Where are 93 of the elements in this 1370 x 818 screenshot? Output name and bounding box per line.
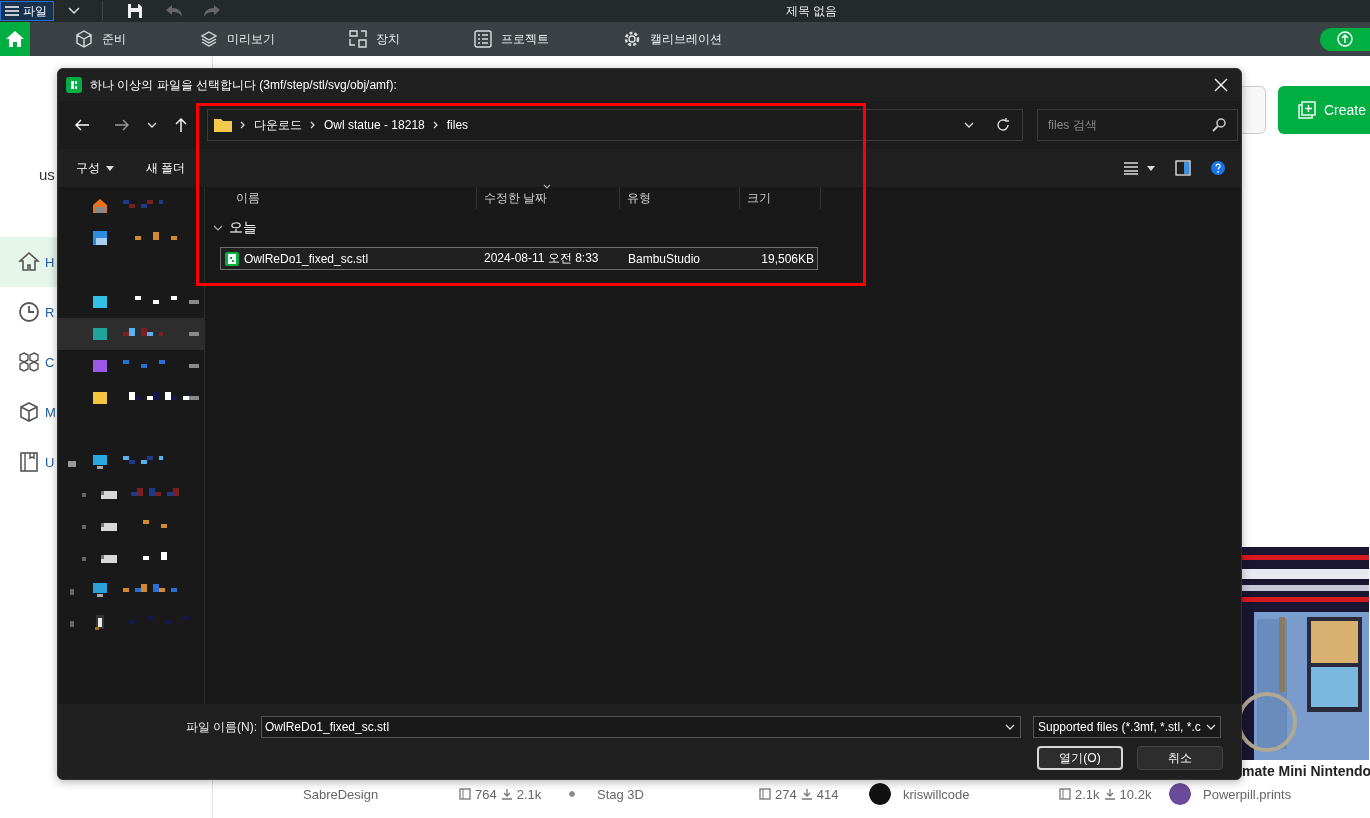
download-icon	[500, 788, 513, 800]
like-count: 274	[775, 786, 797, 802]
cubes-icon	[18, 351, 40, 373]
search-field[interactable]: files 검색	[1037, 109, 1238, 141]
chevron-down-icon[interactable]	[1005, 724, 1015, 730]
download-icon	[800, 788, 813, 800]
undo-icon[interactable]	[165, 4, 183, 18]
view-icon[interactable]	[1123, 161, 1139, 175]
book-icon	[18, 451, 40, 473]
file-name: OwlReDo1_fixed_sc.stl	[244, 251, 370, 266]
app-icon	[66, 77, 82, 93]
cancel-button[interactable]: 취소	[1137, 746, 1223, 770]
like-count: 764	[475, 786, 497, 802]
printer-icon	[349, 30, 367, 48]
chevron-down-icon	[1206, 724, 1216, 730]
home-icon	[5, 30, 25, 48]
expand-icon[interactable]	[68, 621, 76, 627]
file-name-label: 파일 이름(N):	[184, 718, 258, 736]
upload-icon	[1337, 31, 1353, 47]
modified-date: 2024-08-11 오전 8:33	[484, 250, 600, 267]
column-header[interactable]: 크기	[740, 187, 821, 209]
search-icon	[1212, 118, 1226, 132]
gear-icon	[623, 30, 641, 48]
home-icon	[18, 251, 40, 273]
nav-tab[interactable]: 준비	[75, 30, 126, 48]
sidebar-item[interactable]: C	[0, 337, 212, 387]
file-type: BambuStudio	[628, 251, 702, 266]
refresh-icon[interactable]	[996, 118, 1010, 132]
layers-icon	[200, 30, 218, 48]
breadcrumb[interactable]: files	[446, 118, 469, 132]
file-size: 19,506KB	[760, 251, 814, 266]
chevron-right-icon	[240, 121, 246, 129]
chevron-down-icon[interactable]	[68, 7, 80, 15]
cube-icon	[75, 30, 93, 48]
back-icon	[74, 117, 90, 133]
column-header[interactable]: 유형	[620, 187, 740, 209]
sidebar-item[interactable]: R	[0, 287, 212, 337]
up-icon	[173, 117, 189, 133]
caret-icon[interactable]	[1147, 165, 1155, 171]
file-row[interactable]: OwlReDo1_fixed_sc.stl 2024-08-11 오전 8:33 BambuStudio 19,506KB	[220, 247, 818, 270]
sidebar-item[interactable]: U	[0, 437, 212, 487]
like-icon	[1059, 788, 1071, 800]
open-button[interactable]: 열기(O)	[1037, 746, 1123, 770]
download-count: 10.2k	[1119, 786, 1152, 802]
save-icon[interactable]	[127, 3, 143, 19]
author-name[interactable]: Stag 3D	[597, 786, 644, 802]
dialog-title: 하나 이상의 파일을 선택합니다 (3mf/step/stl/svg/obj/amf):	[90, 76, 397, 94]
expand-icon[interactable]	[68, 589, 76, 595]
user-name: us	[39, 166, 55, 185]
file-icon	[225, 251, 239, 266]
new-folder-button[interactable]: 새 폴더	[146, 159, 186, 177]
chevron-right-icon	[310, 121, 316, 129]
cube-icon	[18, 401, 40, 423]
preview-pane-icon[interactable]	[1175, 160, 1191, 176]
download-count: 414	[816, 786, 839, 802]
organize-menu[interactable]: 구성	[76, 159, 114, 177]
caret-icon	[106, 165, 114, 171]
nav-tab[interactable]: 캘리브레이션	[623, 30, 722, 48]
chevron-right-icon	[432, 121, 439, 129]
author-name[interactable]: kriswillcode	[903, 786, 970, 802]
window-title: 제목 없음	[786, 2, 838, 20]
add-icon	[1297, 101, 1316, 119]
list-icon	[474, 30, 492, 48]
folder-icon	[214, 118, 232, 132]
group-header[interactable]: 오늘	[205, 217, 263, 239]
nav-tab[interactable]: 프로젝트	[474, 30, 549, 48]
address-bar[interactable]: 다운로드 Owl statue - 18218 files	[207, 109, 1023, 141]
column-header[interactable]: 이름	[205, 187, 477, 209]
author-name[interactable]: SabreDesign	[303, 786, 379, 802]
column-header[interactable]: 수정한 날짜	[477, 187, 620, 209]
file-type-dropdown[interactable]: Supported files (*.3mf, *.stl, *.c	[1033, 716, 1221, 738]
breadcrumb[interactable]: Owl statue - 18218	[324, 118, 425, 132]
sidebar-item[interactable]: M	[0, 387, 212, 437]
upload-button[interactable]	[1320, 27, 1370, 51]
file-name-field[interactable]: OwlReDo1_fixed_sc.stl	[261, 716, 1021, 738]
close-icon	[1214, 78, 1228, 92]
download-icon	[1103, 788, 1116, 800]
breadcrumb[interactable]: 다운로드	[254, 116, 302, 134]
nav-tab[interactable]: 미리보기	[200, 30, 275, 48]
like-count: 2.1k	[1075, 786, 1100, 802]
menu-icon	[5, 6, 19, 16]
like-icon	[759, 788, 771, 800]
home-button[interactable]	[0, 22, 30, 56]
like-icon	[459, 788, 471, 800]
help-icon[interactable]	[1211, 161, 1225, 175]
download-count: 2.1k	[516, 786, 542, 802]
clock-icon	[18, 301, 40, 323]
nav-tab[interactable]: 장치	[349, 30, 400, 48]
author-name[interactable]: Powerpill.prints	[1203, 786, 1292, 802]
chevron-down-icon[interactable]	[964, 122, 974, 128]
redo-icon[interactable]	[203, 4, 221, 18]
file-menu-button[interactable]: 파일	[0, 1, 54, 21]
forward-icon	[114, 117, 130, 133]
